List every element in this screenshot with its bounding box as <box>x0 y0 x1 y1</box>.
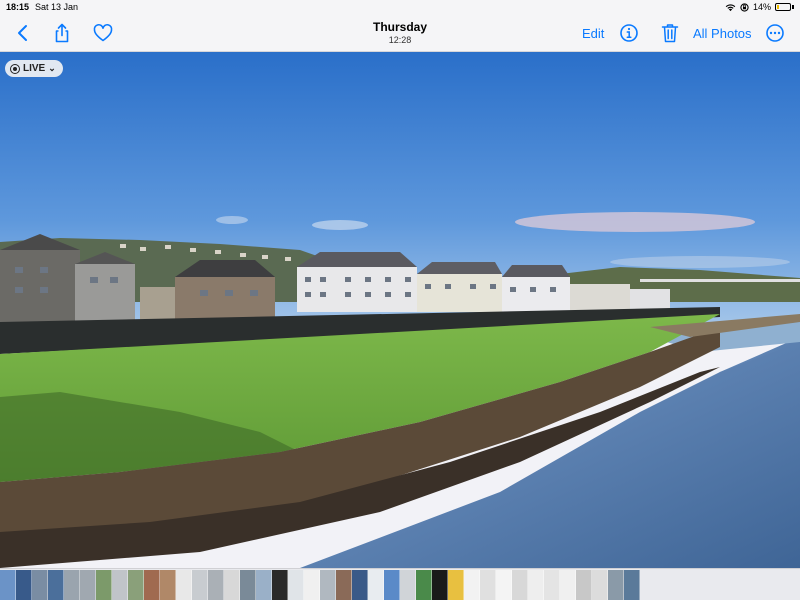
thumbnail[interactable] <box>448 570 464 600</box>
thumbnail[interactable] <box>560 570 576 600</box>
thumbnail[interactable] <box>400 570 416 600</box>
thumbnail[interactable] <box>336 570 352 600</box>
favorite-button[interactable] <box>92 22 114 44</box>
thumbnail[interactable] <box>272 570 288 600</box>
thumbnail[interactable] <box>64 570 80 600</box>
thumbnail[interactable] <box>624 570 640 600</box>
thumbnail[interactable] <box>112 570 128 600</box>
thumbnail[interactable] <box>224 570 240 600</box>
thumbnail[interactable] <box>352 570 368 600</box>
all-photos-button[interactable]: All Photos <box>693 26 752 41</box>
share-button[interactable] <box>51 22 73 44</box>
live-label: LIVE <box>23 63 46 74</box>
live-photo-badge[interactable]: LIVE ⌄ <box>5 60 63 77</box>
thumbnail[interactable] <box>320 570 336 600</box>
thumbnail[interactable] <box>592 570 608 600</box>
thumbnail[interactable] <box>144 570 160 600</box>
photo-viewer[interactable]: LIVE ⌄ <box>0 52 800 568</box>
chevron-left-icon <box>18 25 27 41</box>
thumbnail[interactable] <box>576 570 592 600</box>
thumbnail[interactable] <box>176 570 192 600</box>
delete-button[interactable] <box>659 22 681 44</box>
thumbnail[interactable] <box>128 570 144 600</box>
thumbnail[interactable] <box>432 570 448 600</box>
rotation-lock-icon <box>740 2 749 12</box>
thumbnail[interactable] <box>16 570 32 600</box>
thumbnail[interactable] <box>480 570 496 600</box>
thumbnail[interactable] <box>208 570 224 600</box>
thumbnail[interactable] <box>416 570 432 600</box>
thumbnail[interactable] <box>192 570 208 600</box>
thumbnail[interactable] <box>32 570 48 600</box>
thumbnail[interactable] <box>288 570 304 600</box>
edit-button[interactable]: Edit <box>582 26 604 41</box>
battery-icon <box>775 3 791 11</box>
thumbnail[interactable] <box>544 570 560 600</box>
thumbnail[interactable] <box>304 570 320 600</box>
thumbnail[interactable] <box>160 570 176 600</box>
thumbnail-strip[interactable] <box>0 568 800 600</box>
info-icon <box>620 24 638 42</box>
thumbnail[interactable] <box>368 570 384 600</box>
trash-icon <box>661 24 679 43</box>
live-icon <box>10 63 20 74</box>
thumbnail[interactable] <box>528 570 544 600</box>
more-icon <box>766 24 784 42</box>
battery-percent: 14% <box>752 2 771 12</box>
more-button[interactable] <box>764 22 786 44</box>
thumbnail[interactable] <box>464 570 480 600</box>
thumbnail[interactable] <box>496 570 512 600</box>
thumbnail[interactable] <box>512 570 528 600</box>
status-indicators: 14% <box>725 2 794 12</box>
thumbnail[interactable] <box>256 570 272 600</box>
back-button[interactable] <box>12 22 34 44</box>
status-date: Sat 13 Jan <box>35 2 79 12</box>
status-time: 18:15 <box>6 2 30 12</box>
thumbnail-list <box>0 570 640 600</box>
thumbnail[interactable] <box>80 570 96 600</box>
wifi-icon <box>725 3 736 11</box>
status-bar: 18:15 Sat 13 Jan 14% <box>0 0 800 16</box>
thumbnail[interactable] <box>96 570 112 600</box>
thumbnail[interactable] <box>608 570 624 600</box>
riverside-photo <box>0 52 800 568</box>
share-icon <box>55 23 69 43</box>
thumbnail[interactable] <box>0 570 16 600</box>
thumbnail[interactable] <box>240 570 256 600</box>
thumbnail[interactable] <box>384 570 400 600</box>
heart-icon <box>93 24 113 42</box>
toolbar: Thursday 12:28 Edit All Photos <box>0 16 800 52</box>
chevron-down-icon: ⌄ <box>48 63 56 73</box>
info-button[interactable] <box>618 22 640 44</box>
thumbnail[interactable] <box>48 570 64 600</box>
